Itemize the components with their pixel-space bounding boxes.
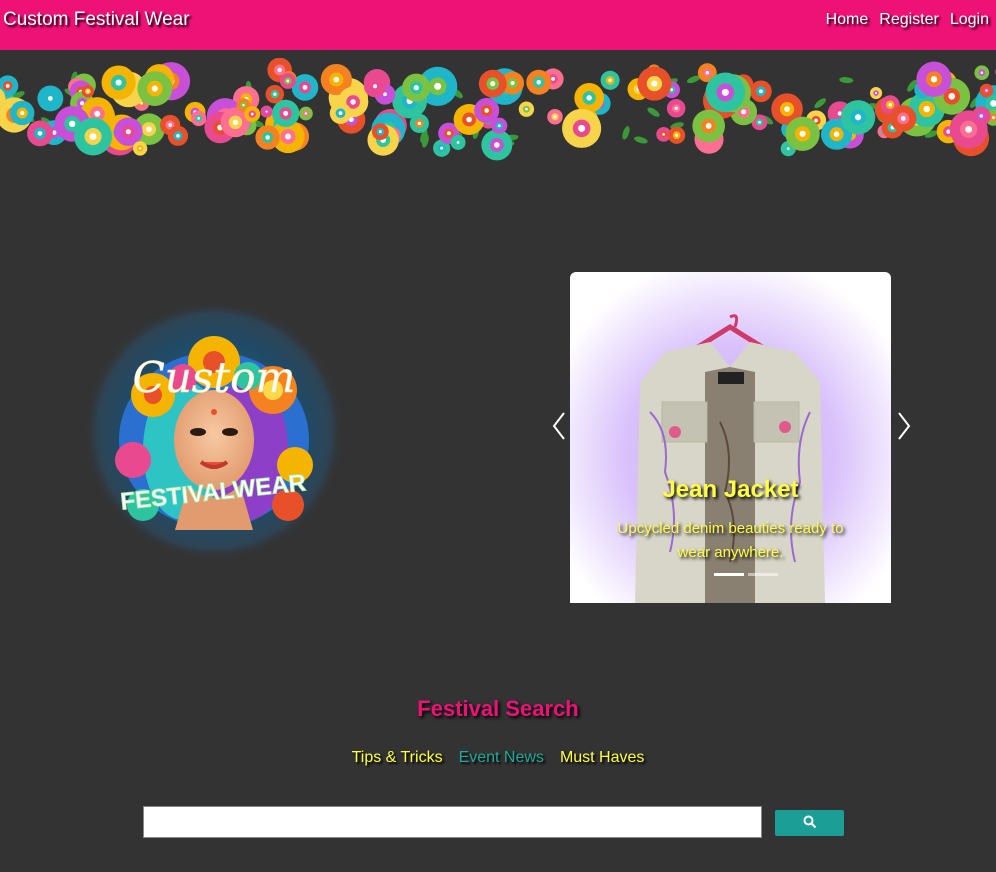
carousel-indicator-2[interactable] [748, 573, 778, 576]
search-icon [803, 815, 816, 828]
carousel-indicator-1[interactable] [714, 573, 744, 576]
slide-caption: Upcycled denim beauties ready to wear an… [617, 520, 844, 561]
festival-logo-image: Custom FESTIVALWEAR [83, 300, 345, 562]
search-tabs: Tips & Tricks Event News Must Haves [0, 749, 996, 767]
search-section-title: Festival Search [417, 696, 579, 721]
slide-title: Jean Jacket [662, 476, 799, 503]
search-button[interactable] [775, 810, 844, 836]
nav-links: Home Register Login [826, 11, 989, 29]
search-input[interactable] [143, 806, 762, 838]
navbar: Custom Festival Wear Home Register Login [0, 0, 996, 50]
nav-link-login[interactable]: Login [950, 11, 989, 29]
nav-link-register[interactable]: Register [879, 11, 939, 29]
carousel-prev-button[interactable] [549, 410, 569, 442]
tab-event-news[interactable]: Event News [459, 749, 544, 767]
carousel-indicators [714, 573, 778, 576]
chevron-left-icon [552, 412, 565, 440]
tab-tips-tricks[interactable]: Tips & Tricks [352, 749, 443, 767]
nav-link-home[interactable]: Home [826, 11, 869, 29]
brand-link[interactable]: Custom Festival Wear [3, 9, 190, 31]
chevron-right-icon [898, 412, 911, 440]
carousel-next-button[interactable] [894, 410, 914, 442]
tab-must-haves[interactable]: Must Haves [560, 749, 644, 767]
svg-text:Custom: Custom [133, 353, 296, 402]
flower-banner-image [0, 58, 996, 164]
